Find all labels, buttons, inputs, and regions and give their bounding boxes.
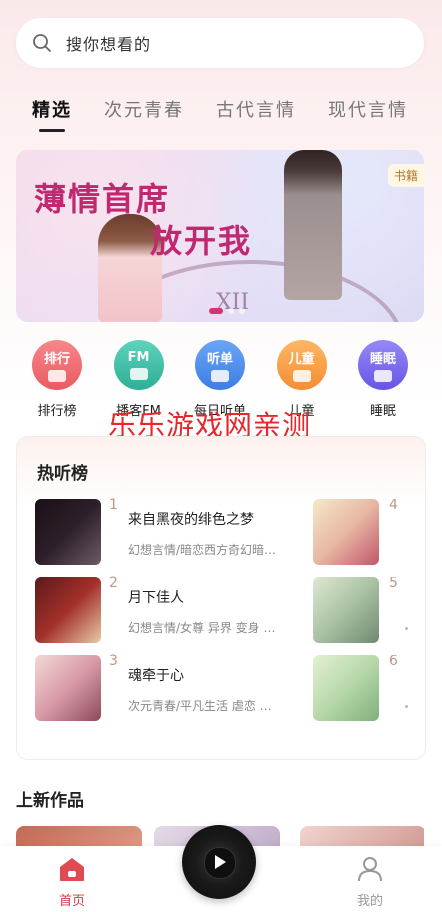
- pagination-dot-active: [209, 308, 223, 314]
- book-title: 月下佳人: [128, 590, 184, 606]
- hot-list-item[interactable]: 3 魂牵于心 次元青春/平凡生活 虐恋 …: [35, 653, 325, 721]
- nav-me-label: 我的: [356, 894, 383, 909]
- book-title: 魂牵于心: [128, 668, 184, 684]
- user-icon: [358, 857, 382, 882]
- shortcut-label: 排行榜: [37, 404, 77, 419]
- hot-list-heading: 热听榜: [37, 464, 88, 484]
- book-cover: [313, 499, 379, 565]
- shortcut-rankings[interactable]: 排行 排行榜: [24, 340, 90, 419]
- book-cover: [35, 577, 101, 643]
- search-placeholder: 搜你想看的: [66, 35, 152, 54]
- tab-ancient-romance[interactable]: 古代言情: [216, 96, 296, 122]
- book-cover: [35, 499, 101, 565]
- moon-icon: 睡眠: [358, 340, 408, 390]
- book-cover: [35, 655, 101, 721]
- book-tags: 次元青春/平凡生活 虐恋 …: [128, 699, 272, 713]
- book-title: 来自黑夜的绯色之梦: [128, 512, 254, 528]
- banner-pagination: [209, 308, 245, 314]
- category-tabs: 精选 次元青春 古代言情 现代言情: [32, 96, 408, 122]
- rank-number: 4: [389, 499, 398, 513]
- nav-me[interactable]: 我的: [348, 856, 392, 909]
- hot-list-item[interactable]: 5: [313, 577, 425, 643]
- home-icon: [60, 858, 84, 881]
- tab-featured[interactable]: 精选: [32, 96, 72, 122]
- promo-banner[interactable]: XII 薄情首席 放开我 书籍: [16, 150, 424, 322]
- banner-tag: 书籍: [387, 164, 424, 187]
- search-bar[interactable]: 搜你想看的: [16, 18, 424, 68]
- banner-title-line1: 薄情首席: [34, 180, 171, 218]
- rank-number: 1: [109, 497, 118, 513]
- rankings-icon: 排行: [32, 340, 82, 390]
- hot-list-item[interactable]: 1 来自黑夜的绯色之梦 幻想言情/暗恋西方奇幻暗…: [35, 497, 325, 565]
- playlist-icon: 听单: [195, 340, 245, 390]
- shortcut-sleep[interactable]: 睡眠 睡眠: [350, 340, 416, 419]
- audio-player-button[interactable]: [182, 825, 256, 899]
- pagination-dot: [228, 308, 234, 314]
- pagination-dot: [239, 308, 245, 314]
- search-icon: [33, 34, 51, 52]
- rank-number: 6: [389, 655, 398, 669]
- book-tags: 幻想言情/女尊 异界 变身 …: [128, 621, 276, 635]
- book-tags: 幻想言情/暗恋西方奇幻暗…: [128, 543, 277, 557]
- radio-icon: FM: [113, 340, 164, 390]
- banner-title-line2: 放开我: [150, 222, 253, 260]
- banner-figure-man: [284, 150, 342, 300]
- hot-list-item[interactable]: 4: [313, 499, 425, 565]
- rank-number: 3: [109, 653, 118, 669]
- book-cover: [313, 577, 379, 643]
- overflow-dot: [405, 705, 408, 708]
- rank-number: 2: [109, 575, 118, 591]
- hot-list-item[interactable]: 2 月下佳人 幻想言情/女尊 异界 变身 …: [35, 575, 325, 643]
- hot-list-item[interactable]: 6: [313, 655, 425, 721]
- child-face-icon: 儿童: [276, 340, 327, 390]
- rank-number: 5: [389, 577, 398, 591]
- nav-home[interactable]: 首页: [50, 856, 94, 909]
- tab-modern-romance[interactable]: 现代言情: [328, 96, 408, 122]
- nav-home-label: 首页: [58, 894, 85, 909]
- new-works-heading: 上新作品: [16, 791, 84, 811]
- shortcut-label: 睡眠: [369, 404, 396, 419]
- overflow-dot: [405, 627, 408, 630]
- tab-youth[interactable]: 次元青春: [104, 96, 184, 122]
- play-icon: [215, 855, 226, 869]
- book-cover: [313, 655, 379, 721]
- hot-list-card: 热听榜 1 来自黑夜的绯色之梦 幻想言情/暗恋西方奇幻暗… 2 月下佳人 幻想言…: [16, 436, 426, 760]
